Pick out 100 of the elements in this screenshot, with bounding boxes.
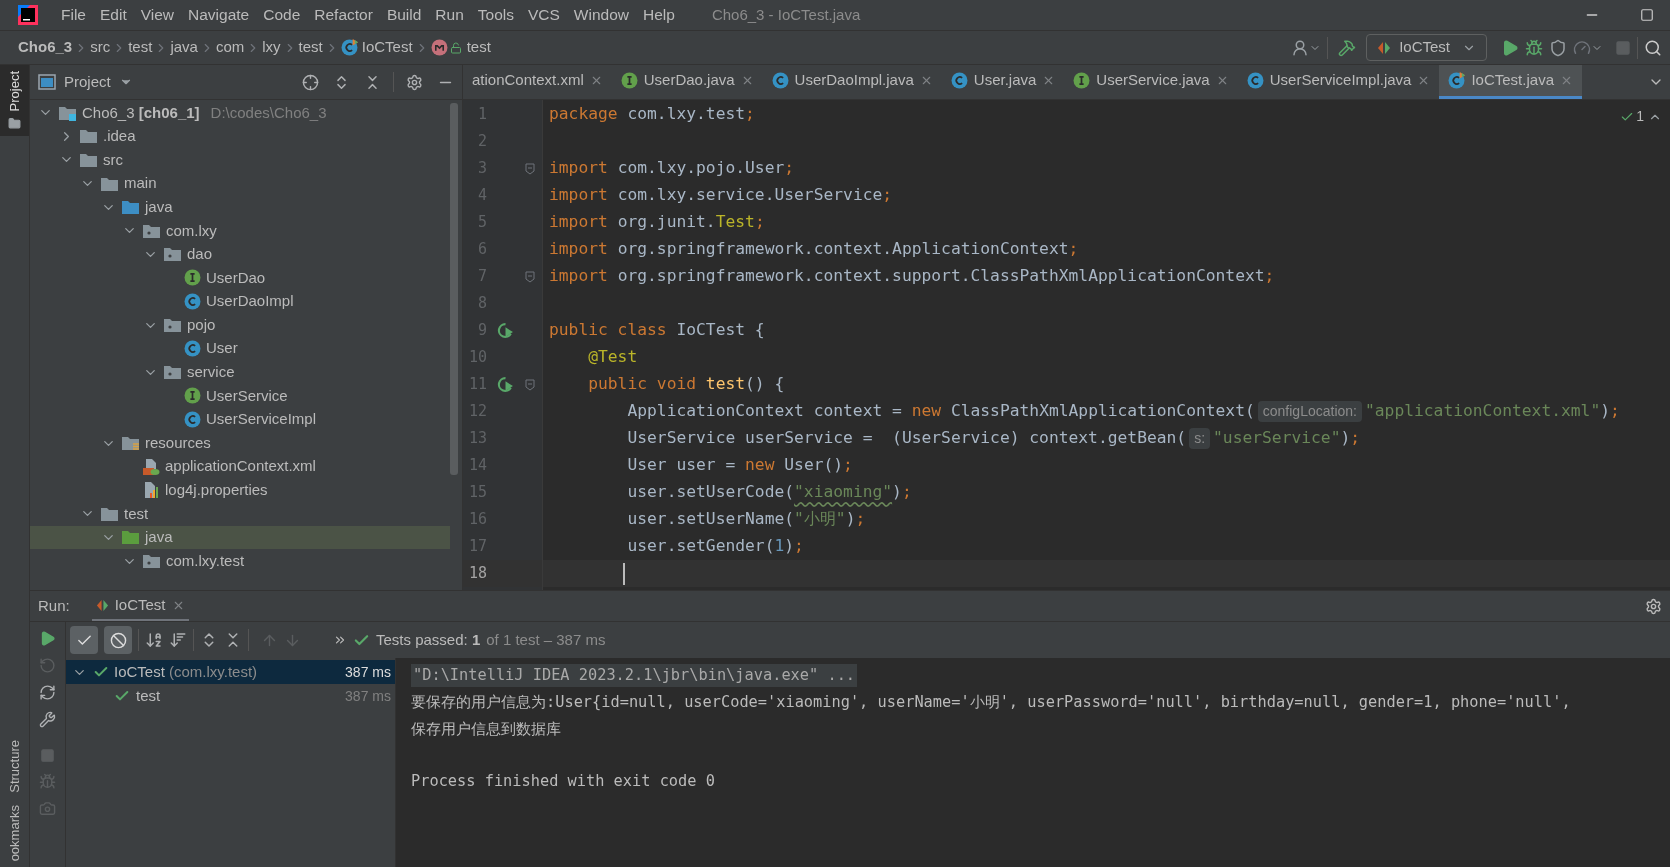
code-text: User user = new User(); bbox=[626, 454, 853, 477]
run-tab[interactable]: IoCTest bbox=[91, 591, 189, 621]
tree-item[interactable]: UserDaoImpl bbox=[30, 289, 450, 314]
fold-marker-icon[interactable] bbox=[525, 162, 535, 175]
class-icon bbox=[184, 293, 201, 311]
tree-item[interactable]: test bbox=[30, 502, 450, 526]
inspection-indicator[interactable]: 1 bbox=[1620, 106, 1644, 127]
sort-duration-icon[interactable] bbox=[169, 631, 187, 649]
class-icon bbox=[340, 39, 358, 56]
breadcrumb-item[interactable]: lxy bbox=[262, 36, 281, 59]
tree-item[interactable]: Cho6_3 [ch06_1] D:\codes\Cho6_3 bbox=[30, 101, 450, 125]
test-config-icon bbox=[1377, 40, 1392, 55]
tree-item[interactable]: applicationContext.xml bbox=[30, 454, 450, 479]
rerun-icon[interactable] bbox=[39, 630, 56, 647]
code-text: UserService userService = (UserService) context.getBean( bbox=[626, 427, 1187, 450]
locate-icon[interactable] bbox=[302, 73, 319, 91]
menu-item[interactable]: Run bbox=[428, 3, 471, 27]
tree-item[interactable]: UserService bbox=[30, 384, 450, 408]
tree-item[interactable]: src bbox=[30, 148, 450, 172]
breadcrumb-item[interactable]: Cho6_3 bbox=[18, 36, 73, 59]
menu-item[interactable]: Window bbox=[566, 3, 636, 27]
menu-item[interactable]: Tools bbox=[470, 3, 521, 27]
tree-item[interactable]: main bbox=[30, 171, 450, 196]
folder-icon bbox=[163, 246, 182, 263]
tree-item[interactable]: log4j.properties bbox=[30, 478, 450, 503]
folder-icon bbox=[163, 364, 182, 381]
class-icon bbox=[1448, 72, 1466, 89]
tree-item[interactable]: java bbox=[30, 195, 450, 219]
breadcrumb-item[interactable]: test bbox=[466, 36, 491, 59]
settings-icon[interactable] bbox=[1645, 597, 1662, 615]
breadcrumb-item[interactable]: src bbox=[90, 36, 111, 59]
profile-icon[interactable] bbox=[1573, 38, 1591, 57]
editor-tab[interactable]: ationContext.xml bbox=[463, 65, 612, 99]
run-icon[interactable] bbox=[1501, 38, 1519, 57]
editor-tab[interactable]: UserDaoImpl.java bbox=[762, 65, 942, 99]
tree-item[interactable]: service bbox=[30, 360, 450, 385]
folder-icon bbox=[121, 529, 140, 546]
run-gutter-icon[interactable] bbox=[496, 376, 514, 393]
wrench-icon[interactable] bbox=[39, 711, 56, 728]
tree-item[interactable]: java bbox=[30, 525, 450, 550]
xml-file-icon bbox=[142, 457, 160, 476]
menu-item[interactable]: Help bbox=[636, 3, 682, 27]
search-icon[interactable] bbox=[1644, 38, 1662, 57]
debug-icon[interactable] bbox=[1525, 38, 1543, 57]
tool-window-tab[interactable]: Structure bbox=[0, 733, 29, 799]
editor-tab[interactable]: UserService.java bbox=[1064, 65, 1238, 99]
test-duration: 387 ms bbox=[345, 662, 391, 682]
breadcrumb-item[interactable]: IoCTest bbox=[361, 36, 413, 59]
menu-item[interactable]: View bbox=[133, 3, 182, 27]
fold-marker-icon[interactable] bbox=[525, 378, 535, 391]
code-text: import org.junit.Test; bbox=[549, 211, 765, 234]
tool-window-tab[interactable]: ookmarks bbox=[0, 798, 29, 867]
menu-item[interactable]: Build bbox=[379, 3, 429, 27]
code-text: import com.lxy.service.UserService; bbox=[549, 184, 893, 207]
breadcrumb-item[interactable]: test bbox=[128, 36, 153, 59]
fold-marker-icon[interactable] bbox=[525, 270, 535, 283]
show-passed-toggle[interactable] bbox=[70, 626, 98, 654]
run-config-dropdown[interactable]: IoCTest bbox=[1366, 34, 1487, 61]
tree-item[interactable]: UserDao bbox=[30, 266, 450, 290]
scrollbar[interactable] bbox=[450, 103, 458, 475]
settings-icon[interactable] bbox=[406, 73, 423, 91]
test-row[interactable]: IoCTest (com.lxy.test) 387 ms bbox=[66, 660, 395, 684]
show-ignored-toggle[interactable] bbox=[104, 626, 132, 654]
tree-item[interactable]: .idea bbox=[30, 124, 450, 149]
test-status: Tests passed: 1 bbox=[376, 629, 481, 650]
tree-item[interactable]: com.lxy.test bbox=[30, 549, 450, 573]
breadcrumb-item[interactable]: com bbox=[215, 36, 245, 59]
close-icon[interactable] bbox=[1560, 74, 1573, 87]
breadcrumb-item[interactable]: java bbox=[170, 36, 198, 59]
user-icon[interactable] bbox=[1291, 38, 1310, 57]
maximize-icon[interactable] bbox=[1640, 8, 1654, 22]
breadcrumb-item[interactable]: test bbox=[298, 36, 323, 59]
text-cursor bbox=[623, 562, 625, 585]
tree-item[interactable]: com.lxy bbox=[30, 218, 450, 243]
tree-item[interactable]: User bbox=[30, 336, 450, 361]
sort-alpha-icon[interactable] bbox=[145, 631, 163, 649]
editor-tab[interactable]: IoCTest.java bbox=[1439, 65, 1582, 99]
tree-item[interactable]: UserServiceImpl bbox=[30, 407, 450, 432]
tool-window-tab[interactable]: Project bbox=[0, 65, 29, 137]
run-gutter-icon[interactable] bbox=[496, 322, 514, 339]
menu-item[interactable]: File bbox=[54, 3, 93, 27]
hammer-icon[interactable] bbox=[1338, 38, 1357, 57]
editor-tab[interactable]: UserServiceImpl.java bbox=[1237, 65, 1440, 99]
menu-item[interactable]: Code bbox=[256, 3, 308, 27]
coverage-icon[interactable] bbox=[1549, 38, 1567, 57]
class-icon bbox=[771, 72, 789, 89]
more-icon[interactable] bbox=[333, 633, 347, 647]
class-icon bbox=[184, 340, 201, 358]
menu-item[interactable]: Refactor bbox=[307, 3, 380, 27]
panel-title[interactable]: Project bbox=[64, 70, 111, 94]
test-row[interactable]: test 387 ms bbox=[66, 684, 395, 708]
menu-item[interactable]: Edit bbox=[93, 3, 134, 27]
menu-item[interactable]: Navigate bbox=[181, 3, 257, 27]
tree-item[interactable]: pojo bbox=[30, 313, 450, 337]
tree-item[interactable]: dao bbox=[30, 242, 450, 267]
tree-item[interactable]: resources bbox=[30, 431, 450, 455]
editor-tab[interactable]: UserDao.java bbox=[611, 65, 763, 99]
editor-tab[interactable]: User.java bbox=[941, 65, 1065, 99]
auto-test-icon[interactable] bbox=[39, 684, 56, 701]
menu-item[interactable]: VCS bbox=[520, 3, 567, 27]
